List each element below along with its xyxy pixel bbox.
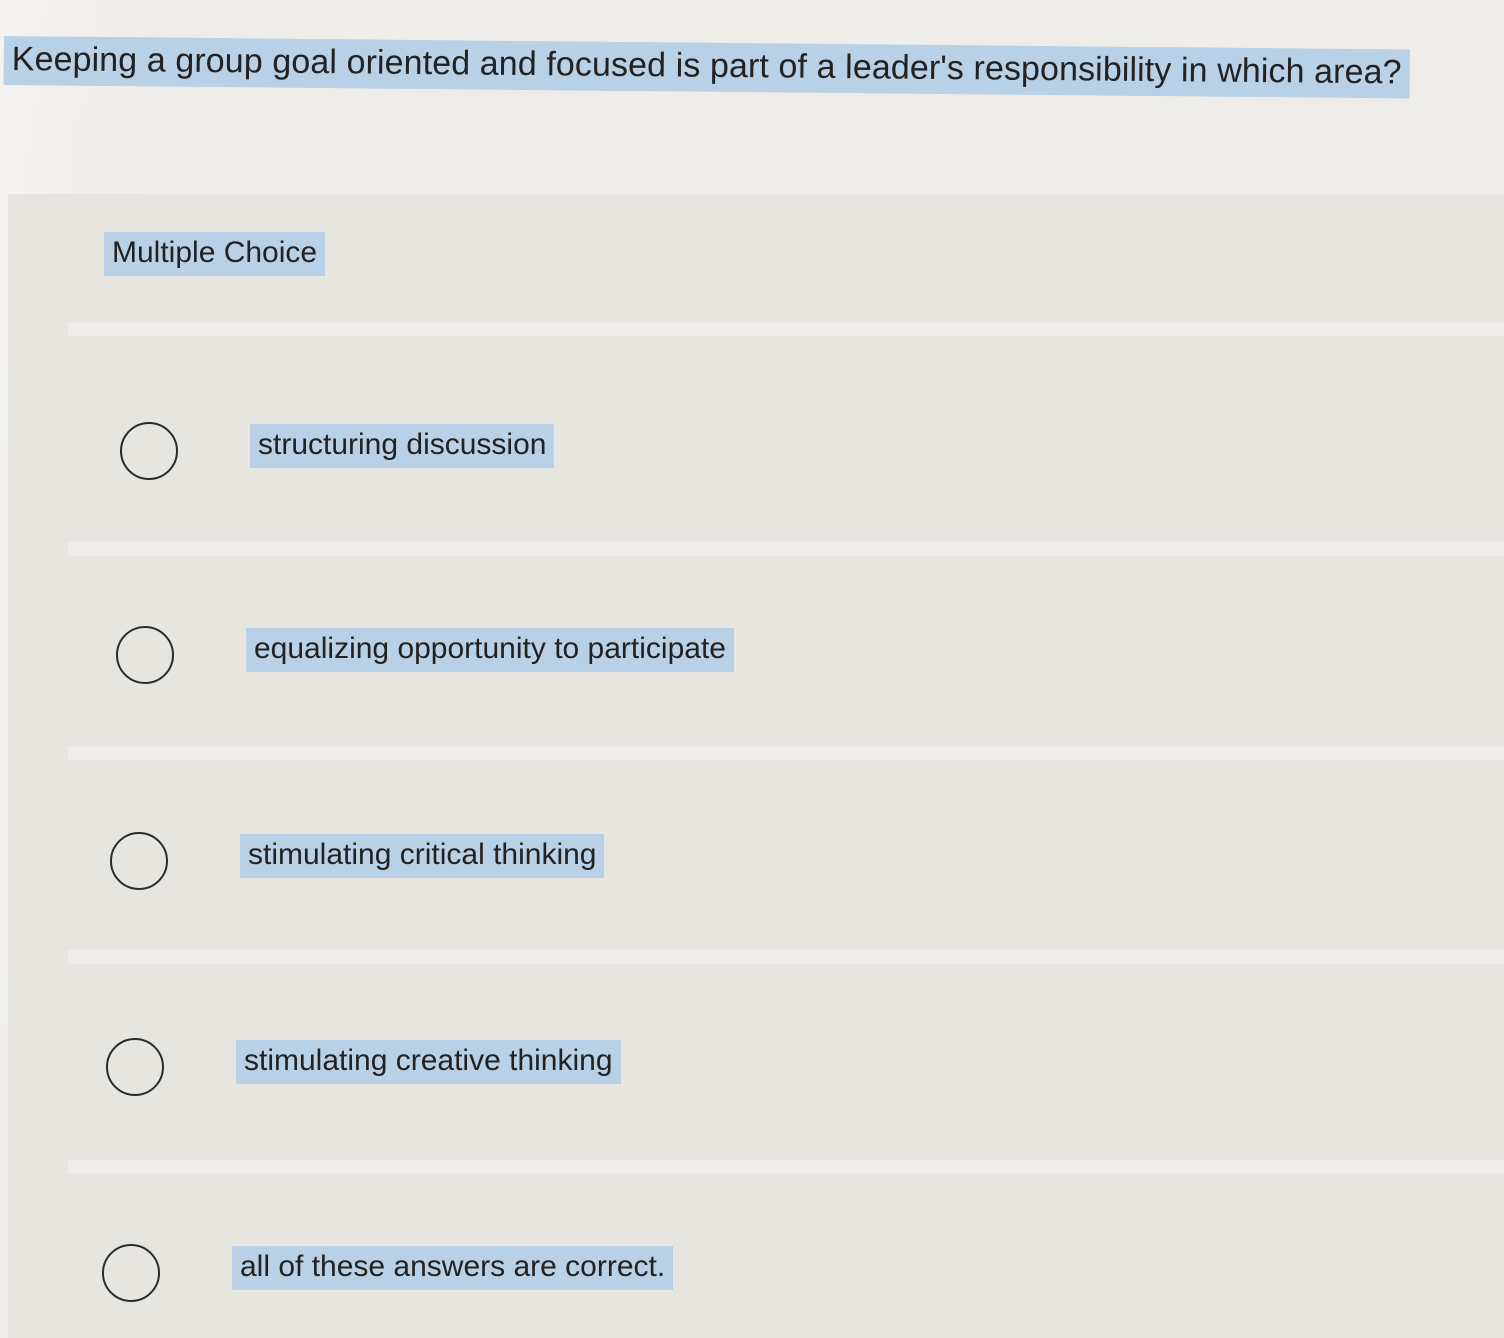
option-4[interactable]: stimulating creative thinking xyxy=(106,1038,1006,1108)
radio-unchecked-icon[interactable] xyxy=(102,1244,160,1302)
radio-unchecked-icon[interactable] xyxy=(120,422,178,480)
option-2[interactable]: equalizing opportunity to participate xyxy=(116,626,1016,696)
panel-stripe xyxy=(68,746,1504,760)
option-3-label-wrapper[interactable]: stimulating critical thinking xyxy=(240,834,605,878)
panel-stripe xyxy=(68,542,1504,556)
option-4-label-wrapper[interactable]: stimulating creative thinking xyxy=(236,1040,621,1084)
option-1[interactable]: structuring discussion xyxy=(120,422,1020,492)
question-type-label-wrapper: Multiple Choice xyxy=(104,232,326,276)
option-5[interactable]: all of these answers are correct. xyxy=(102,1244,1002,1314)
option-5-label-wrapper[interactable]: all of these answers are correct. xyxy=(232,1246,674,1290)
question-type-label: Multiple Choice xyxy=(104,232,326,276)
panel-stripe xyxy=(68,322,1504,336)
option-2-label-wrapper[interactable]: equalizing opportunity to participate xyxy=(246,628,734,672)
panel-stripe xyxy=(68,950,1504,964)
radio-unchecked-icon[interactable] xyxy=(106,1038,164,1096)
option-1-label-wrapper[interactable]: structuring discussion xyxy=(250,424,555,468)
answer-panel: Multiple Choice structuring discussion e… xyxy=(8,194,1504,1338)
radio-unchecked-icon[interactable] xyxy=(116,626,174,684)
radio-unchecked-icon[interactable] xyxy=(110,832,168,890)
option-4-label[interactable]: stimulating creative thinking xyxy=(236,1040,621,1084)
option-5-label[interactable]: all of these answers are correct. xyxy=(232,1246,674,1290)
option-3[interactable]: stimulating critical thinking xyxy=(110,832,1010,902)
option-3-label[interactable]: stimulating critical thinking xyxy=(240,834,605,878)
option-1-label[interactable]: structuring discussion xyxy=(250,424,555,468)
option-2-label[interactable]: equalizing opportunity to participate xyxy=(246,628,734,672)
panel-stripe xyxy=(68,1160,1504,1174)
